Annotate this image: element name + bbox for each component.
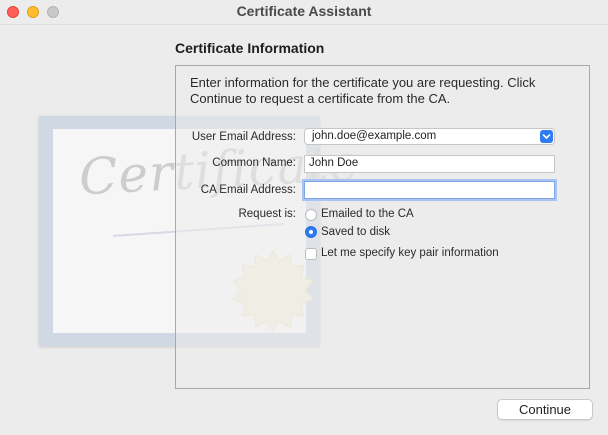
emailed-to-ca-label[interactable]: Emailed to the CA bbox=[321, 208, 414, 220]
ca-email-field[interactable] bbox=[304, 181, 555, 199]
intro-text: Enter information for the certificate yo… bbox=[190, 75, 536, 106]
common-name-label: Common Name: bbox=[212, 157, 296, 169]
user-email-popup[interactable]: john.doe@example.com bbox=[304, 128, 555, 145]
request-is-label: Request is: bbox=[238, 208, 296, 220]
key-pair-label[interactable]: Let me specify key pair information bbox=[321, 247, 499, 259]
user-email-value: john.doe@example.com bbox=[312, 130, 437, 142]
common-name-field[interactable]: John Doe bbox=[304, 155, 555, 173]
saved-to-disk-radio[interactable] bbox=[305, 226, 317, 238]
continue-button[interactable]: Continue bbox=[497, 399, 593, 420]
saved-to-disk-label[interactable]: Saved to disk bbox=[321, 226, 390, 238]
chevron-down-icon bbox=[540, 130, 553, 143]
window-title: Certificate Assistant bbox=[236, 3, 372, 19]
key-pair-checkbox[interactable] bbox=[305, 248, 317, 260]
ca-email-label: CA Email Address: bbox=[200, 184, 296, 196]
user-email-label: User Email Address: bbox=[191, 131, 296, 143]
common-name-value: John Doe bbox=[309, 157, 359, 169]
section-title: Certificate Information bbox=[175, 40, 325, 56]
title-bar: Certificate Assistant bbox=[0, 0, 608, 25]
emailed-to-ca-radio[interactable] bbox=[305, 209, 317, 221]
